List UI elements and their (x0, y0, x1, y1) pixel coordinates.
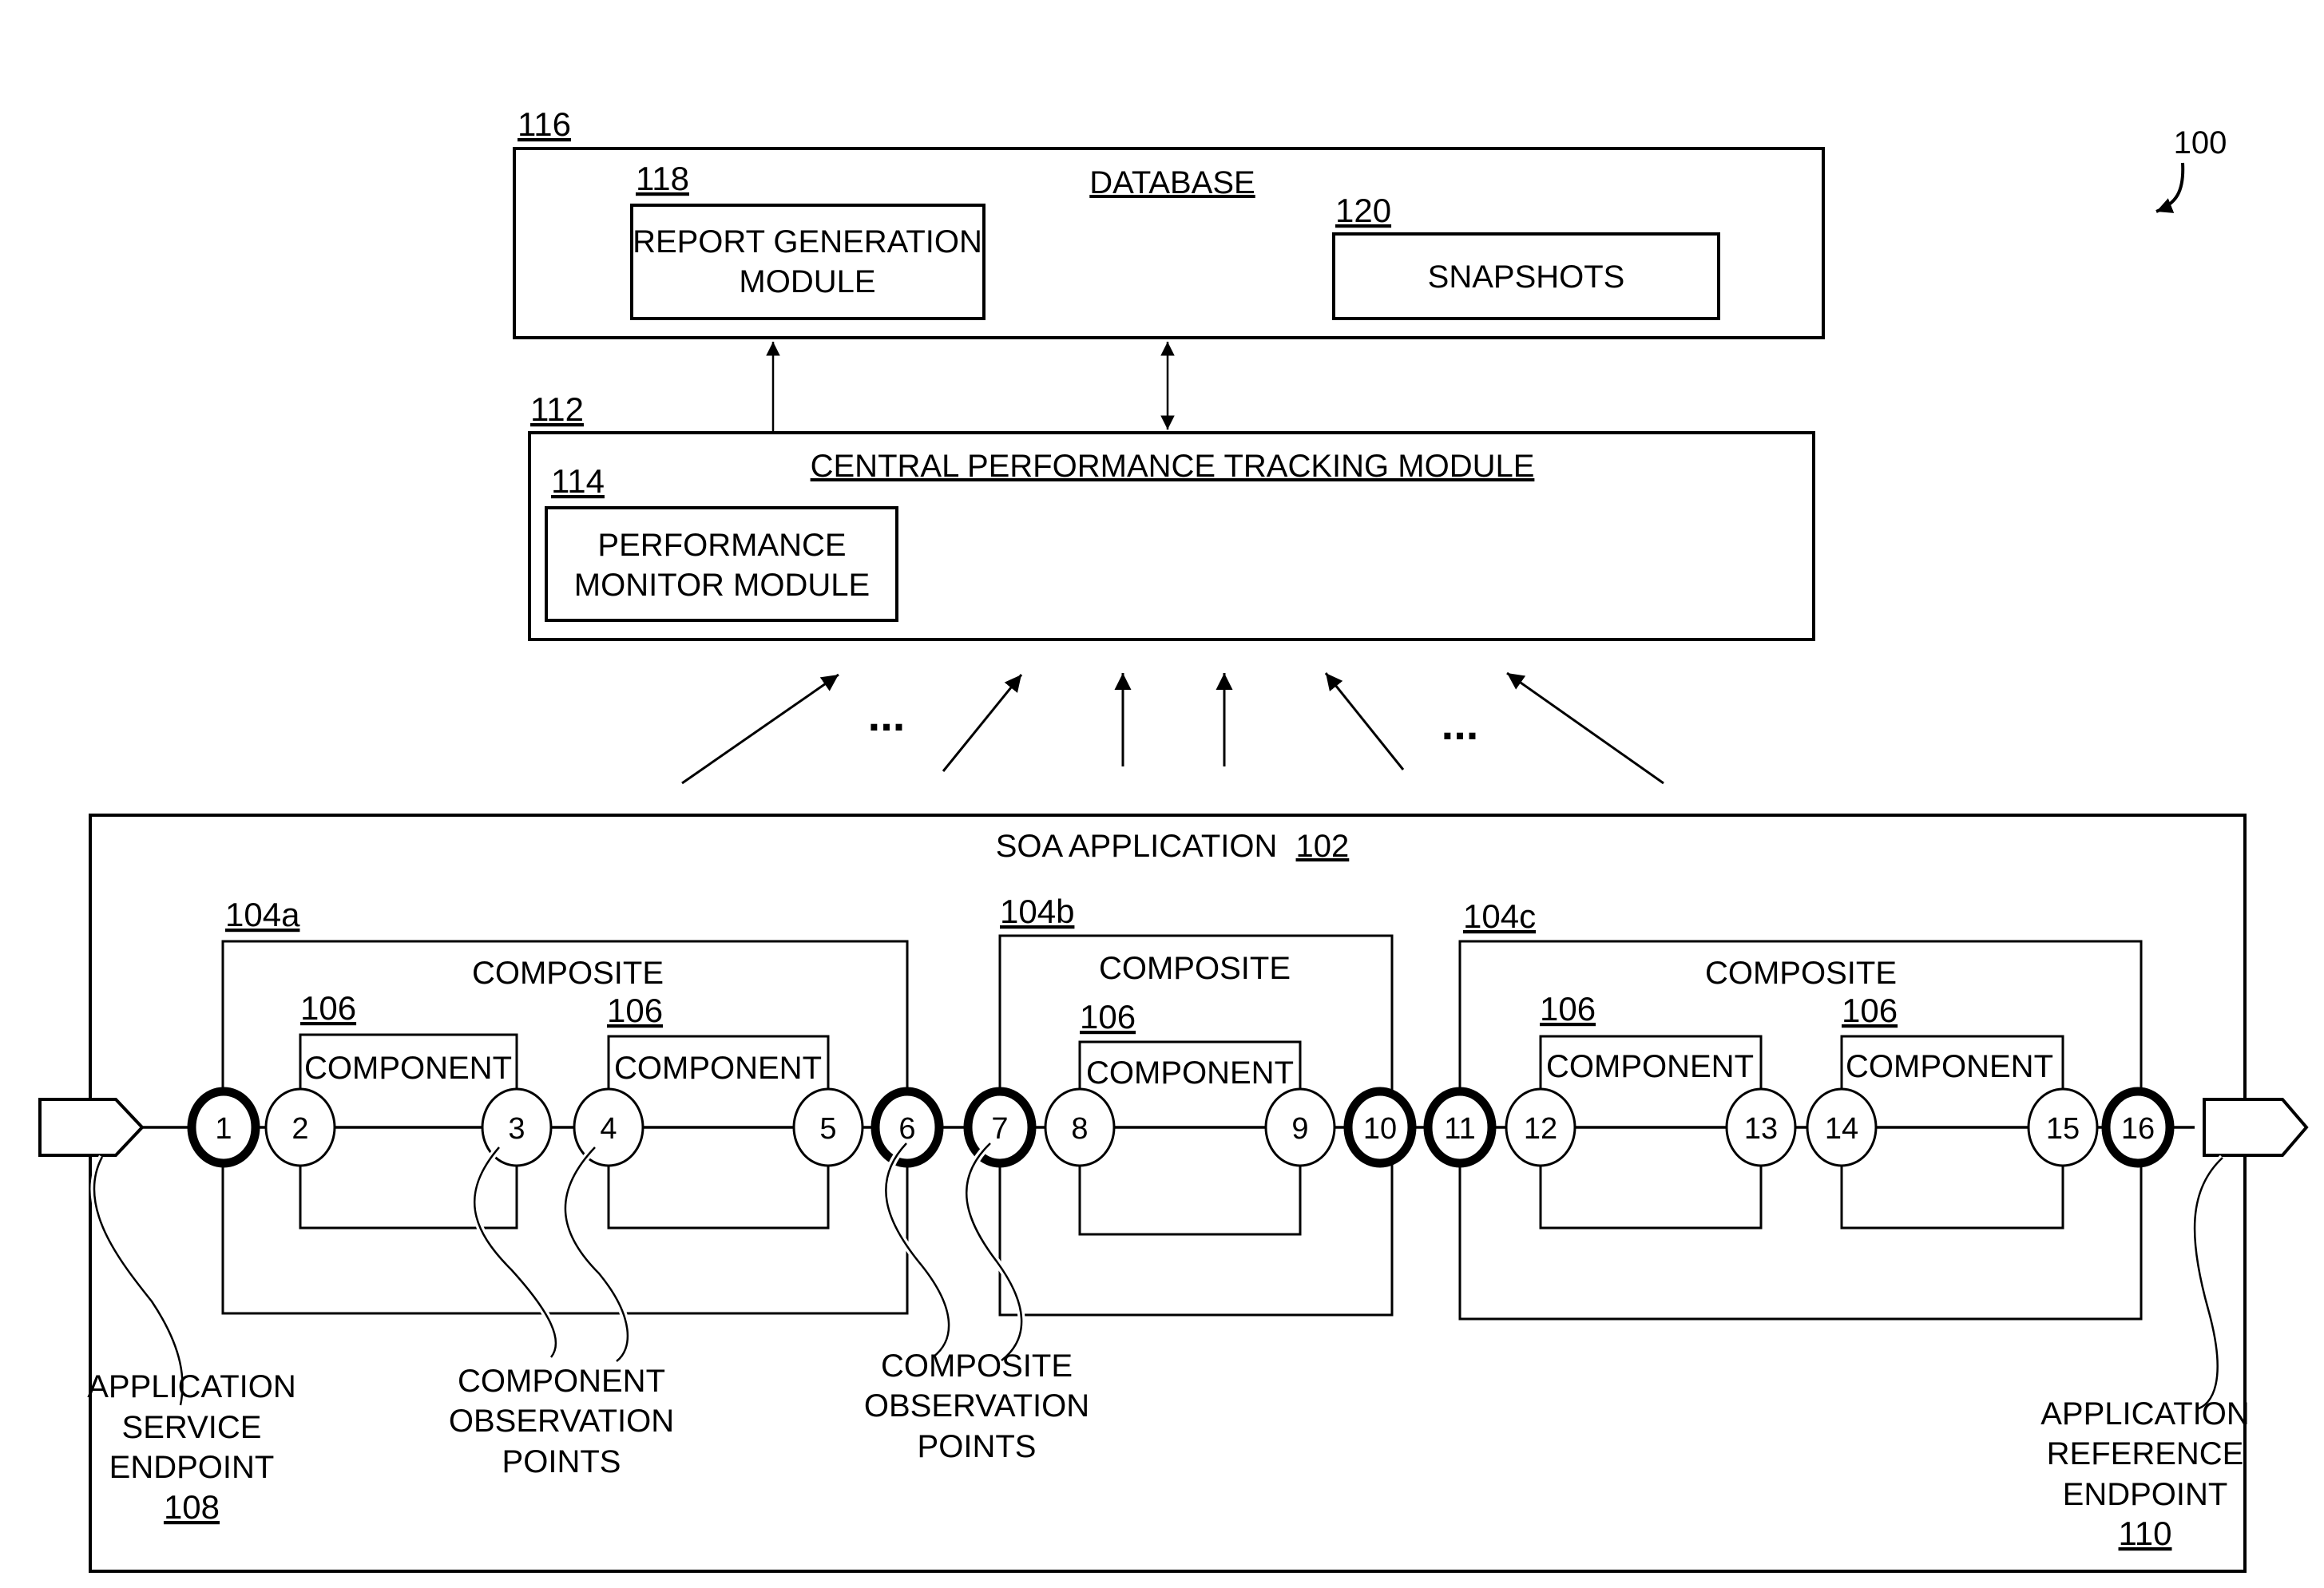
component-a1-label: COMPONENT (304, 1051, 512, 1086)
report-module-line-1: REPORT GENERATION (633, 224, 982, 259)
observation-point-number: 3 (508, 1112, 525, 1146)
service-endpoint-line-3: ENDPOINT (109, 1450, 275, 1485)
component-points-line-3: POINTS (502, 1444, 621, 1479)
composite-points-line-2: OBSERVATION (864, 1388, 1089, 1424)
observation-point-number: 1 (215, 1112, 232, 1146)
observation-point-15: 15 (2027, 1087, 2099, 1167)
soa-application-box (89, 814, 2247, 1573)
soa-title-text: SOA APPLICATION (996, 829, 1278, 864)
snapshots-label: SNAPSHOTS (1428, 259, 1625, 295)
reference-endpoint-line-1: APPLICATION (2040, 1396, 2250, 1432)
report-arrow-6 (1506, 671, 1664, 785)
performance-monitor-module (545, 506, 898, 622)
observation-point-number: 14 (1825, 1112, 1858, 1146)
component-b1-ref: 106 (1080, 998, 1136, 1036)
observation-point-1: 1 (187, 1087, 260, 1168)
component-c2-ref: 106 (1842, 992, 1898, 1029)
component-a2-label: COMPONENT (614, 1051, 822, 1086)
component-a2-ref: 106 (607, 992, 663, 1029)
reference-endpoint-line-3: ENDPOINT (2063, 1477, 2228, 1512)
monitor-module-ref: 114 (551, 462, 605, 500)
observation-point-number: 12 (1524, 1112, 1557, 1146)
figure-ref: 100 (2174, 125, 2227, 160)
observation-point-number: 10 (1363, 1112, 1397, 1146)
observation-point-11: 11 (1423, 1087, 1497, 1168)
reference-endpoint-line-2: REFERENCE (2047, 1436, 2244, 1471)
observation-point-number: 8 (1071, 1112, 1088, 1146)
observation-point-16: 16 (2101, 1087, 2175, 1168)
report-arrows (681, 671, 1664, 785)
report-generation-module (630, 204, 986, 320)
component-c1-ref: 106 (1540, 990, 1596, 1028)
snapshots-ref: 120 (1335, 192, 1391, 229)
component-c2-label: COMPONENT (1846, 1049, 2053, 1084)
tracking-title: CENTRAL PERFORMANCE TRACKING MODULE (811, 449, 1535, 484)
observation-point-number: 5 (819, 1112, 836, 1146)
composite-a-label: COMPOSITE (472, 956, 664, 991)
composite-c-ref: 104c (1463, 897, 1536, 935)
observation-point-14: 14 (1806, 1087, 1878, 1167)
observation-point-number: 9 (1291, 1112, 1308, 1146)
soa-performance-diagram: 100 116 DATABASE 118 REPORT GENERATION M… (38, 105, 2309, 1573)
observation-point-number: 4 (600, 1112, 617, 1146)
report-arrow-1 (681, 673, 839, 785)
observation-point-number: 13 (1744, 1112, 1778, 1146)
observation-point-10: 10 (1343, 1087, 1417, 1168)
ellipsis-left: ... (868, 690, 906, 740)
database-title: DATABASE (1089, 165, 1255, 200)
figure-ref-arrow (2155, 162, 2185, 213)
report-module-line-2: MODULE (739, 264, 875, 299)
report-arrow-2 (942, 674, 1023, 772)
reference-endpoint-shape (2203, 1098, 2309, 1157)
reference-endpoint-ref: 110 (2119, 1515, 2172, 1552)
ellipsis-right: ... (1442, 699, 1479, 749)
composite-points-line-1: COMPOSITE (881, 1348, 1073, 1384)
report-module-ref: 118 (636, 160, 689, 197)
service-endpoint-ref: 108 (164, 1488, 220, 1526)
observation-point-number: 6 (898, 1112, 915, 1146)
tracking-ref: 112 (530, 390, 584, 428)
monitor-module-line-1: PERFORMANCE (597, 528, 846, 563)
composite-a-ref: 104a (225, 896, 300, 933)
composite-b-ref: 104b (1000, 893, 1074, 930)
component-b1-label: COMPONENT (1086, 1055, 1294, 1091)
component-a1-ref: 106 (300, 989, 356, 1027)
component-points-line-1: COMPONENT (458, 1364, 665, 1399)
soa-ref: 102 (1296, 829, 1350, 864)
observation-point-8: 8 (1044, 1087, 1116, 1167)
observation-point-12: 12 (1505, 1087, 1576, 1167)
soa-title: SOA APPLICATION 102 (996, 829, 1350, 864)
composite-points-line-3: POINTS (918, 1429, 1037, 1464)
observation-point-6: 6 (871, 1087, 944, 1168)
observation-point-number: 7 (991, 1112, 1008, 1146)
composite-c-label: COMPOSITE (1705, 956, 1897, 991)
composite-b-label: COMPOSITE (1099, 951, 1291, 986)
observation-point-13: 13 (1725, 1087, 1797, 1167)
database-ref: 116 (518, 105, 571, 143)
observation-point-2: 2 (264, 1087, 336, 1167)
component-c1-label: COMPONENT (1546, 1049, 1754, 1084)
observation-point-number: 2 (291, 1112, 308, 1146)
monitor-module-line-2: MONITOR MODULE (574, 568, 870, 603)
observation-point-5: 5 (792, 1087, 864, 1167)
observation-point-number: 15 (2046, 1112, 2080, 1146)
component-points-line-2: OBSERVATION (449, 1404, 674, 1439)
service-endpoint-line-2: SERVICE (122, 1410, 262, 1445)
service-endpoint-line-1: APPLICATION (87, 1369, 296, 1404)
observation-point-number: 11 (1444, 1112, 1475, 1146)
observation-point-9: 9 (1264, 1087, 1336, 1167)
report-arrow-5 (1324, 672, 1405, 770)
observation-point-number: 16 (2121, 1112, 2155, 1146)
